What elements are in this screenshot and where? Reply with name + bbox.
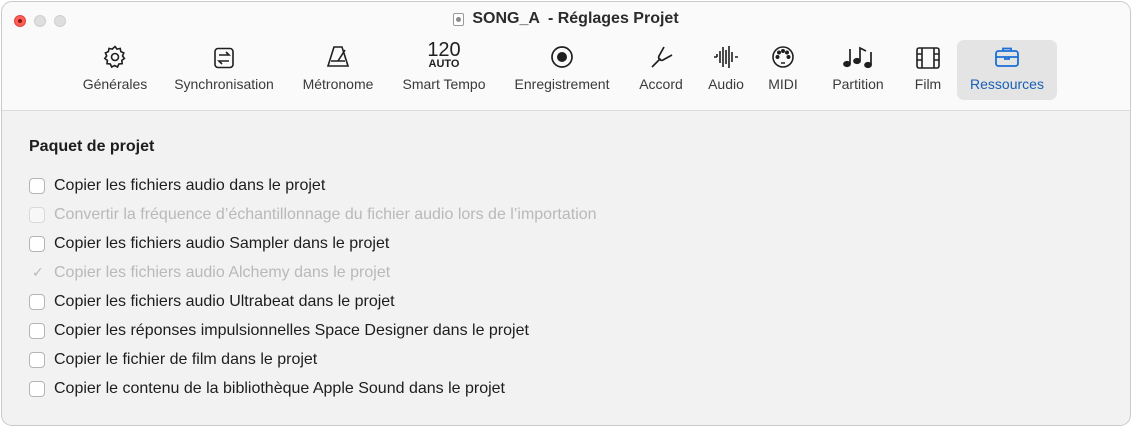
checkbox[interactable] xyxy=(29,178,45,194)
window-title: SONG_A - Réglages Projet xyxy=(2,10,1130,28)
tab-enregistrement[interactable]: Enregistrement xyxy=(504,40,620,100)
checkbox[interactable] xyxy=(29,323,45,339)
document-icon xyxy=(453,12,465,26)
option-label: Convertir la fréquence d’échantillonnage… xyxy=(54,206,597,223)
option-convert-sample-rate: Convertir la fréquence d’échantillonnage… xyxy=(29,206,597,224)
checkbox[interactable] xyxy=(29,352,45,368)
tab-audio[interactable]: Audio xyxy=(700,40,752,100)
title-project-name: SONG_A xyxy=(472,10,540,27)
metronome-icon xyxy=(325,40,351,70)
tab-label: Smart Tempo xyxy=(402,76,486,92)
section-title: Paquet de projet xyxy=(29,138,155,155)
tempo-mode: AUTO xyxy=(428,57,460,70)
checkbox: ✓ xyxy=(29,264,45,281)
checkbox[interactable] xyxy=(29,294,45,310)
tab-label: Enregistrement xyxy=(514,76,610,92)
tab-synchronisation[interactable]: Synchronisation xyxy=(164,40,284,100)
midi-port-icon xyxy=(770,40,796,70)
film-icon xyxy=(915,40,941,70)
gear-icon xyxy=(102,40,128,70)
tab-film[interactable]: Film xyxy=(906,40,950,100)
checkbox[interactable] xyxy=(29,381,45,397)
tempo-readout: 120 AUTO xyxy=(427,40,460,70)
option-label: Copier les fichiers audio Sampler dans l… xyxy=(54,235,390,252)
tab-accord[interactable]: Accord xyxy=(630,40,692,100)
option-label: Copier le contenu de la bibliothèque App… xyxy=(54,380,505,397)
waveform-icon xyxy=(712,40,740,70)
title-suffix: - Réglages Projet xyxy=(547,10,679,27)
briefcase-icon xyxy=(993,40,1021,70)
option-copy-movie-file[interactable]: Copier le fichier de film dans le projet xyxy=(29,351,317,369)
tab-label: MIDI xyxy=(768,76,798,92)
tab-label: Ressources xyxy=(970,76,1044,92)
option-copy-space-designer-ir[interactable]: Copier les réponses impulsionnelles Spac… xyxy=(29,322,529,340)
tab-label: Métronome xyxy=(302,76,374,92)
tab-midi[interactable]: MIDI xyxy=(760,40,806,100)
tab-label: Audio xyxy=(708,76,744,92)
tab-label: Synchronisation xyxy=(174,76,274,92)
option-copy-ultrabeat-files[interactable]: Copier les fichiers audio Ultrabeat dans… xyxy=(29,293,395,311)
option-copy-alchemy-files: ✓ Copier les fichiers audio Alchemy dans… xyxy=(29,264,390,282)
settings-toolbar: Générales Synchronisation Métronome 120 … xyxy=(2,40,1130,102)
option-copy-sampler-files[interactable]: Copier les fichiers audio Sampler dans l… xyxy=(29,235,389,253)
tab-label: Générales xyxy=(82,76,148,92)
option-label: Copier les réponses impulsionnelles Spac… xyxy=(54,322,529,339)
tab-smart-tempo[interactable]: 120 AUTO Smart Tempo xyxy=(392,40,496,100)
option-label: Copier les fichiers audio Ultrabeat dans… xyxy=(54,293,395,310)
option-label: Copier le fichier de film dans le projet xyxy=(54,351,318,368)
tab-label: Accord xyxy=(639,76,683,92)
checkbox xyxy=(29,207,45,223)
tab-metronome[interactable]: Métronome xyxy=(294,40,382,100)
tab-ressources[interactable]: Ressources xyxy=(957,40,1057,100)
checkbox[interactable] xyxy=(29,236,45,252)
option-copy-audio-files[interactable]: Copier les fichiers audio dans le projet xyxy=(29,177,325,195)
option-copy-apple-sound-library[interactable]: Copier le contenu de la bibliothèque App… xyxy=(29,380,505,398)
notes-icon xyxy=(842,40,874,70)
tuning-fork-icon xyxy=(648,40,674,70)
sync-icon xyxy=(212,40,236,70)
option-label: Copier les fichiers audio Alchemy dans l… xyxy=(54,264,391,281)
tab-partition[interactable]: Partition xyxy=(820,40,896,100)
project-settings-window: SONG_A - Réglages Projet Générales Synch… xyxy=(1,1,1131,426)
checkmark-icon: ✓ xyxy=(32,264,44,280)
record-icon xyxy=(549,40,575,70)
tab-label: Partition xyxy=(832,76,884,92)
settings-content: Paquet de projet Copier les fichiers aud… xyxy=(2,111,1130,425)
tempo-value: 120 xyxy=(427,38,461,61)
title-bar: SONG_A - Réglages Projet Générales Synch… xyxy=(2,2,1130,111)
tab-label: Film xyxy=(914,76,942,92)
option-label: Copier les fichiers audio dans le projet xyxy=(54,177,326,194)
tab-generales[interactable]: Générales xyxy=(74,40,156,100)
